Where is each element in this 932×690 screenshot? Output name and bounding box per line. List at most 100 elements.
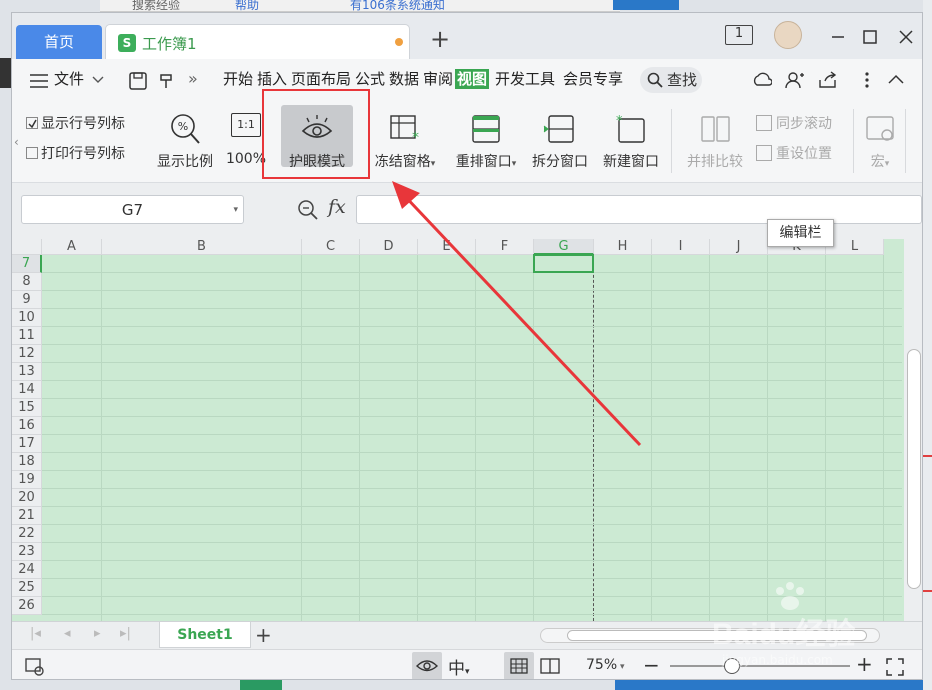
row-header-16[interactable]: 16 (12, 417, 42, 435)
search-label: 查找 (667, 71, 698, 89)
share-icon[interactable] (818, 71, 838, 89)
menu-review[interactable]: 审阅 (423, 69, 453, 89)
checkbox-show-headers[interactable]: 显示行号列标 (26, 113, 125, 133)
macro-icon (863, 113, 897, 145)
maximize-icon[interactable] (862, 29, 878, 45)
svg-text:*: * (412, 130, 419, 145)
menu-insert[interactable]: 插入 (257, 69, 287, 89)
row-header-8[interactable]: 8 (12, 273, 42, 291)
zoom-button[interactable]: % 显示比例 (153, 113, 217, 171)
zoom-formula-icon[interactable] (297, 199, 319, 221)
column-header-c[interactable]: C (302, 239, 360, 255)
prev-sheet-icon[interactable]: ◂ (64, 626, 71, 641)
normal-view-button[interactable] (504, 652, 534, 679)
row-header-14[interactable]: 14 (12, 381, 42, 399)
one-to-one-icon: 1:1 (231, 113, 261, 137)
macro-button[interactable]: 宏▾ (860, 113, 900, 171)
user-avatar[interactable] (774, 21, 802, 49)
sync-scroll-button[interactable]: 同步滚动 (756, 113, 832, 133)
row-header-11[interactable]: 11 (12, 327, 42, 345)
macro-record-icon[interactable] (24, 657, 46, 677)
arrange-windows-button[interactable]: 重排窗口▾ (449, 113, 523, 171)
freeze-panes-button[interactable]: * 冻结窗格▾ (368, 113, 442, 171)
name-box[interactable]: G7 ▾ (21, 195, 244, 224)
ribbon-scroll-left-icon[interactable]: ‹ (14, 135, 19, 149)
row-header-20[interactable]: 20 (12, 489, 42, 507)
checkbox-print-headers[interactable]: 打印行号列标 (26, 143, 125, 163)
tab-workbook[interactable]: S 工作簿1 (105, 24, 410, 59)
menu-data[interactable]: 数据 (389, 69, 419, 89)
column-header-a[interactable]: A (42, 239, 102, 255)
tab-home[interactable]: 首页 (16, 25, 102, 59)
unsaved-dot-icon (395, 38, 403, 46)
column-header-j[interactable]: J (710, 239, 768, 255)
next-sheet-icon[interactable]: ▸ (94, 626, 101, 641)
row-header-25[interactable]: 25 (12, 579, 42, 597)
reset-position-button[interactable]: 重设位置 (756, 143, 832, 163)
menu-start[interactable]: 开始 (223, 69, 253, 89)
fx-icon[interactable]: fx (328, 196, 346, 218)
menu-member[interactable]: 会员专享 (563, 69, 623, 89)
cloud-sync-icon[interactable] (752, 71, 772, 89)
reading-mode-icon[interactable]: 中▾ (448, 654, 470, 679)
row-header-9[interactable]: 9 (12, 291, 42, 309)
split-window-button[interactable]: 拆分窗口 (528, 113, 592, 171)
menu-formula[interactable]: 公式 (355, 69, 385, 89)
row-header-24[interactable]: 24 (12, 561, 42, 579)
last-sheet-icon[interactable]: ▸| (120, 626, 131, 641)
menu-file[interactable]: 文件 (54, 69, 84, 89)
add-collaborator-icon[interactable] (785, 71, 805, 89)
format-painter-icon[interactable] (157, 72, 175, 90)
close-icon[interactable] (898, 29, 914, 45)
row-header-18[interactable]: 18 (12, 453, 42, 471)
row-header-22[interactable]: 22 (12, 525, 42, 543)
page-indicator-button[interactable]: 1 (725, 25, 753, 45)
eye-protection-toggle[interactable] (412, 652, 442, 679)
row-header-23[interactable]: 23 (12, 543, 42, 561)
add-sheet-button[interactable]: + (255, 623, 272, 647)
first-sheet-icon[interactable]: |◂ (30, 626, 41, 641)
row-header-19[interactable]: 19 (12, 471, 42, 489)
menu-page-layout[interactable]: 页面布局 (291, 69, 351, 89)
minimize-icon[interactable] (830, 29, 846, 45)
checked-box-icon (26, 117, 38, 129)
row-header-7[interactable]: 7 (12, 255, 42, 273)
row-header-26[interactable]: 26 (12, 597, 42, 615)
column-header-i[interactable]: I (652, 239, 710, 255)
menu-developer[interactable]: 开发工具 (495, 69, 555, 89)
collapse-ribbon-icon[interactable] (888, 74, 904, 84)
chevron-down-icon[interactable] (92, 76, 104, 84)
zoom-level[interactable]: 75% ▾ (586, 657, 625, 673)
show-headers-label: 显示行号列标 (41, 116, 125, 132)
zoom-label: 显示比例 (157, 154, 213, 170)
row-header-21[interactable]: 21 (12, 507, 42, 525)
vertical-scroll-thumb[interactable] (907, 349, 921, 589)
more-vertical-icon[interactable] (864, 71, 870, 89)
side-by-side-button[interactable]: 并排比较 (682, 113, 748, 171)
sheet-tab-sheet1[interactable]: Sheet1 (159, 622, 251, 648)
macro-label: 宏 (870, 154, 885, 170)
column-header-b[interactable]: B (102, 239, 302, 255)
name-box-dropdown-icon[interactable]: ▾ (233, 196, 238, 225)
more-arrows-icon[interactable]: » (188, 69, 198, 88)
row-header-12[interactable]: 12 (12, 345, 42, 363)
row-header-10[interactable]: 10 (12, 309, 42, 327)
new-tab-button[interactable]: + (430, 27, 450, 51)
new-window-button[interactable]: * 新建窗口 (599, 113, 663, 171)
row-header-17[interactable]: 17 (12, 435, 42, 453)
hamburger-icon[interactable] (30, 74, 48, 88)
row-header-13[interactable]: 13 (12, 363, 42, 381)
row-header-15[interactable]: 15 (12, 399, 42, 417)
column-header-l[interactable]: L (826, 239, 884, 255)
zoom-out-button[interactable]: − (643, 653, 660, 677)
save-icon[interactable] (129, 72, 147, 90)
menu-view[interactable]: 视图 (455, 69, 490, 89)
zoom-in-button[interactable]: + (856, 652, 873, 676)
search-button[interactable]: 查找 (640, 67, 702, 93)
page-layout-view-icon[interactable] (540, 658, 560, 674)
menu-bar: 文件 » 开始 插入 页面布局 公式 数据 审阅 视图 开发工具 会员专享 查找 (12, 59, 922, 99)
fullscreen-icon[interactable] (886, 658, 904, 676)
select-all-corner[interactable] (12, 239, 42, 255)
grid-column-line (709, 255, 710, 621)
svg-text:%: % (178, 120, 188, 133)
